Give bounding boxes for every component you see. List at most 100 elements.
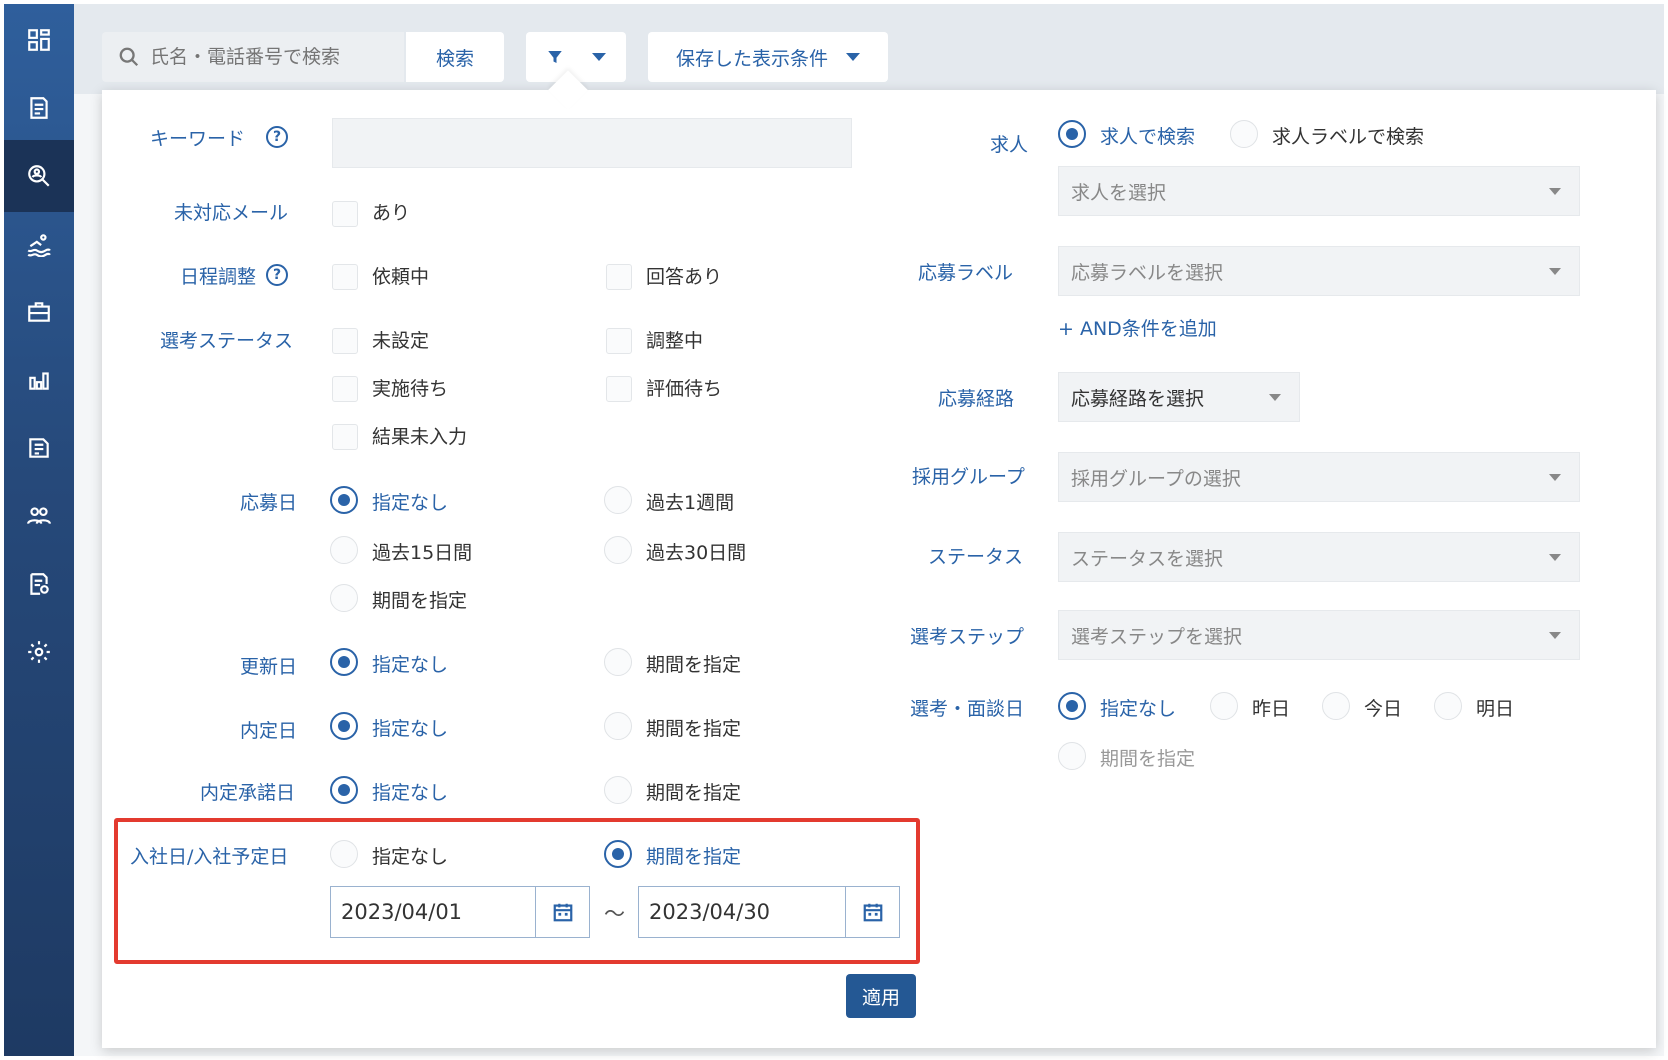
help-icon[interactable]: ? [266, 264, 288, 286]
chevron-down-icon [1269, 394, 1281, 401]
document-list-icon [30, 97, 48, 119]
search-icon [119, 47, 139, 67]
application-label-placeholder: 応募ラベルを選択 [1071, 261, 1224, 284]
chevron-down-icon [1549, 554, 1561, 561]
search-button[interactable]: 検索 [406, 32, 504, 82]
sidebar-item-users[interactable] [4, 480, 74, 552]
unanswered-mail-label: 未対応メール [174, 202, 289, 224]
option-label: 未設定 [372, 330, 430, 352]
briefcase-icon [28, 302, 50, 322]
option-label: 指定なし [372, 782, 449, 804]
applied-none-radio[interactable] [330, 486, 358, 514]
option-label: 指定なし [372, 718, 449, 740]
sidebar-item-reports[interactable] [4, 344, 74, 416]
updated-none-radio[interactable] [330, 648, 358, 676]
application-label-label: 応募ラベル [918, 262, 1014, 284]
search-field[interactable] [102, 32, 404, 82]
job-select[interactable]: 求人を選択 [1058, 166, 1580, 216]
saved-conditions-dropdown[interactable]: 保存した表示条件 [648, 32, 888, 82]
option-label: 結果未入力 [372, 426, 468, 448]
add-and-condition-link[interactable]: + AND条件を追加 [1058, 314, 1217, 341]
status-adjusting-checkbox[interactable] [606, 328, 632, 354]
applied-range-radio[interactable] [330, 584, 358, 612]
sidebar-item-documents[interactable] [4, 72, 74, 144]
schedule-answered-checkbox[interactable] [606, 264, 632, 290]
job-label-search-radio[interactable] [1230, 120, 1258, 148]
sidebar-item-manual[interactable] [4, 412, 74, 484]
interview-today-radio[interactable] [1322, 692, 1350, 720]
chevron-down-icon [1549, 268, 1561, 275]
search-input[interactable] [150, 46, 400, 68]
application-label-select[interactable]: 応募ラベルを選択 [1058, 246, 1580, 296]
users-icon [27, 507, 51, 524]
applied-date-label: 応募日 [240, 492, 298, 514]
option-label: 期間を指定 [646, 782, 742, 804]
sidebar-item-dashboard[interactable] [4, 4, 74, 76]
unanswered-mail-checkbox[interactable] [332, 201, 358, 227]
option-label: 依頼中 [372, 266, 430, 288]
filter-icon [548, 51, 562, 63]
option-label: 明日 [1476, 698, 1515, 720]
applied-30days-radio[interactable] [604, 536, 632, 564]
keyword-input[interactable] [332, 118, 852, 168]
option-label: 期間を指定 [646, 654, 742, 676]
option-label: 指定なし [372, 492, 449, 514]
filter-button[interactable] [526, 32, 626, 82]
schedule-label: 日程調整 [180, 266, 257, 288]
sidebar-item-templates[interactable] [4, 548, 74, 620]
selection-step-select[interactable]: 選考ステップを選択 [1058, 610, 1580, 660]
interview-date-label: 選考・面談日 [910, 698, 1025, 720]
offer-date-label: 内定日 [240, 720, 298, 742]
sidebar-item-settings[interactable] [4, 616, 74, 688]
offer-accept-none-radio[interactable] [330, 776, 358, 804]
search-person-icon [28, 165, 50, 187]
option-label: 評価待ち [646, 378, 723, 400]
option-label: 昨日 [1252, 698, 1291, 720]
application-route-label: 応募経路 [938, 388, 1015, 410]
apply-button[interactable]: 適用 [846, 974, 916, 1018]
applied-1week-radio[interactable] [604, 486, 632, 514]
chevron-down-icon [1549, 188, 1561, 195]
option-label: 過去15日間 [372, 542, 473, 564]
status-unset-checkbox[interactable] [332, 328, 358, 354]
sidebar-item-jobs[interactable] [4, 276, 74, 348]
status-waiting-checkbox[interactable] [332, 376, 358, 402]
updated-range-radio[interactable] [604, 648, 632, 676]
swimmer-icon [27, 234, 51, 257]
offer-none-radio[interactable] [330, 712, 358, 740]
status-label: ステータス [928, 546, 1024, 568]
schedule-requesting-checkbox[interactable] [332, 264, 358, 290]
option-label: 回答あり [646, 266, 723, 288]
job-search-radio[interactable] [1058, 120, 1086, 148]
help-icon[interactable]: ? [266, 126, 288, 148]
offer-range-radio[interactable] [604, 712, 632, 740]
status-select[interactable]: ステータスを選択 [1058, 532, 1580, 582]
highlight-box [114, 818, 920, 964]
interview-range-radio[interactable] [1058, 742, 1086, 770]
bar-chart-icon [29, 372, 49, 390]
status-evaluating-checkbox[interactable] [606, 376, 632, 402]
interview-none-radio[interactable] [1058, 692, 1086, 720]
chevron-down-icon [846, 53, 860, 61]
applied-15days-radio[interactable] [330, 536, 358, 564]
offer-accept-range-radio[interactable] [604, 776, 632, 804]
updated-date-label: 更新日 [240, 656, 298, 678]
job-select-placeholder: 求人を選択 [1071, 181, 1167, 204]
sidebar-item-talent-pool[interactable] [4, 208, 74, 280]
option-label: 調整中 [646, 330, 704, 352]
application-route-select[interactable]: 応募経路を選択 [1058, 372, 1300, 422]
job-label: 求人 [990, 134, 1029, 156]
sidebar-item-candidates[interactable] [4, 140, 74, 212]
saved-conditions-label: 保存した表示条件 [675, 47, 828, 70]
interview-tomorrow-radio[interactable] [1434, 692, 1462, 720]
sidebar [4, 4, 74, 1056]
hiring-group-select[interactable]: 採用グループの選択 [1058, 452, 1580, 502]
status-no-result-checkbox[interactable] [332, 424, 358, 450]
option-label: 求人で検索 [1100, 126, 1196, 148]
hiring-group-label: 採用グループ [912, 466, 1025, 488]
option-label: 指定なし [372, 654, 449, 676]
option-label: 期間を指定 [646, 718, 742, 740]
option-label: 求人ラベルで検索 [1272, 126, 1425, 148]
interview-yesterday-radio[interactable] [1210, 692, 1238, 720]
option-label: 指定なし [1100, 698, 1177, 720]
